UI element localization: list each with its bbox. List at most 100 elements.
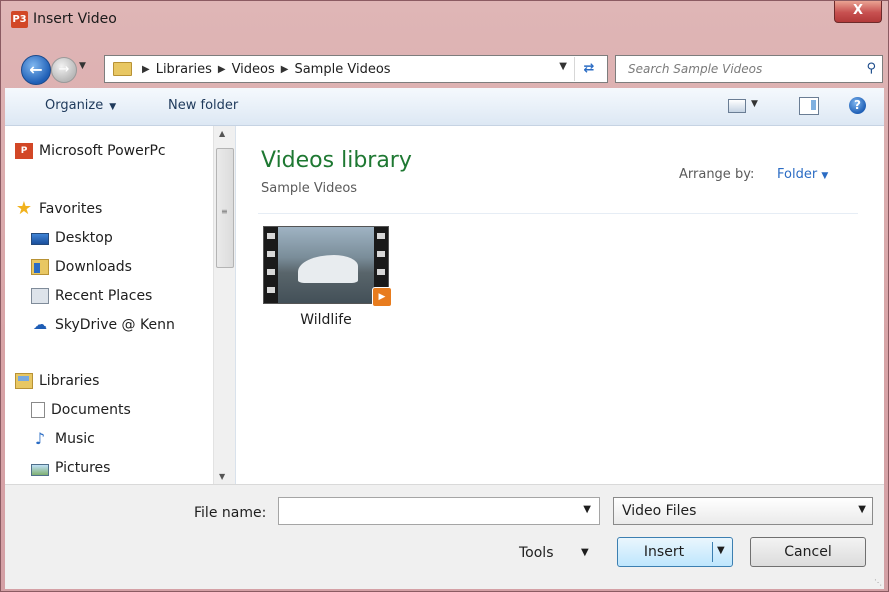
breadcrumb-sample-videos[interactable]: Sample Videos	[294, 62, 390, 77]
file-name-label: Wildlife	[300, 312, 352, 328]
breadcrumb-separator-icon[interactable]: ▶	[218, 64, 226, 75]
chevron-down-icon: ▼	[79, 61, 86, 71]
nav-item-desktop[interactable]: Desktop	[31, 227, 113, 249]
window-title: Insert Video	[33, 11, 117, 27]
chevron-down-icon[interactable]: ▼	[581, 547, 589, 558]
help-icon[interactable]: ?	[849, 97, 866, 114]
nav-item-label: Microsoft PowerPc	[39, 143, 166, 159]
nav-item-label: Libraries	[39, 373, 100, 389]
nav-item-label: SkyDrive @ Kenn	[55, 317, 175, 333]
nav-pane-scrollbar[interactable]: ▲ ≡ ▼	[213, 126, 235, 484]
title-bar: P3 Insert Video X	[1, 1, 888, 53]
nav-item-label: Desktop	[55, 230, 113, 246]
file-type-select[interactable]: Video Files ▼	[613, 497, 873, 525]
search-icon[interactable]: ⚲	[866, 61, 876, 76]
file-type-value: Video Files	[622, 503, 697, 519]
breadcrumb-separator-icon[interactable]: ▶	[281, 64, 289, 75]
chevron-down-icon: ▼	[858, 504, 866, 515]
arrange-by-dropdown[interactable]: Folder ▼	[777, 167, 828, 182]
file-list-area: Videos library Sample Videos Arrange by:…	[236, 126, 884, 484]
close-button[interactable]: X	[834, 1, 882, 23]
address-bar[interactable]: ▶ Libraries ▶ Videos ▶ Sample Videos ▼ ⇄	[104, 55, 608, 83]
insert-video-dialog: P3 Insert Video X ← → ▼ ▶ Libraries ▶ Vi…	[0, 0, 889, 592]
recent-pages-dropdown[interactable]: ▼	[79, 61, 86, 71]
scroll-up-icon[interactable]: ▲	[219, 129, 225, 138]
resize-grip-icon[interactable]: ⋱	[874, 578, 882, 587]
dialog-footer: File name: ▼ Video Files ▼ Tools ▼ Inser…	[5, 484, 884, 589]
library-title: Videos library	[261, 148, 412, 173]
file-name-input[interactable]: ▼	[278, 497, 600, 525]
chevron-down-icon: ▼	[821, 171, 829, 181]
search-input[interactable]	[626, 61, 850, 77]
search-box[interactable]: ⚲	[615, 55, 883, 83]
insert-button[interactable]: Insert ▼	[617, 537, 733, 567]
nav-item-label: Pictures	[55, 460, 111, 476]
back-button[interactable]: ←	[21, 55, 51, 85]
breadcrumb-libraries[interactable]: Libraries	[156, 62, 212, 77]
split-divider	[712, 542, 713, 562]
file-name-label: File name:	[194, 505, 267, 521]
nav-item-music[interactable]: ♪ Music	[31, 428, 95, 450]
recent-places-icon	[31, 288, 49, 304]
divider	[258, 213, 858, 214]
view-options-dropdown[interactable]: ▼	[751, 99, 758, 109]
nav-item-skydrive[interactable]: ☁ SkyDrive @ Kenn	[31, 314, 175, 336]
nav-item-documents[interactable]: Documents	[31, 399, 131, 421]
desktop-icon	[31, 233, 49, 245]
organize-label: Organize	[45, 98, 104, 113]
cancel-label: Cancel	[784, 544, 832, 560]
breadcrumb-videos[interactable]: Videos	[232, 62, 275, 77]
tools-menu[interactable]: Tools	[519, 545, 554, 561]
powerpoint-icon: P	[15, 143, 33, 159]
downloads-icon	[31, 259, 49, 275]
file-item-wildlife[interactable]: ▶ Wildlife	[261, 226, 392, 336]
nav-item-label: Recent Places	[55, 288, 153, 304]
address-history-dropdown[interactable]: ▼	[559, 61, 567, 72]
chevron-down-icon: ▼	[109, 102, 117, 112]
nav-item-favorites[interactable]: ★ Favorites	[15, 198, 102, 220]
organize-menu[interactable]: Organize ▼	[45, 98, 116, 113]
cancel-button[interactable]: Cancel	[750, 537, 866, 567]
nav-item-pictures[interactable]: Pictures	[31, 457, 110, 479]
video-thumbnail: ▶	[263, 226, 392, 307]
nav-item-downloads[interactable]: Downloads	[31, 256, 132, 278]
nav-item-libraries[interactable]: Libraries	[15, 370, 99, 392]
nav-item-label: Downloads	[55, 259, 132, 275]
command-toolbar: Organize ▼ New folder ▼ ?	[5, 88, 884, 126]
documents-icon	[31, 402, 45, 418]
pictures-icon	[31, 463, 49, 476]
forward-button[interactable]: →	[51, 57, 77, 83]
film-strip-left	[264, 227, 278, 303]
folder-icon	[113, 62, 132, 76]
back-arrow-icon: ←	[29, 60, 43, 79]
scrollbar-thumb[interactable]: ≡	[216, 148, 234, 268]
change-view-icon[interactable]	[728, 99, 746, 113]
play-icon: ▶	[372, 287, 392, 307]
insert-label: Insert	[643, 544, 685, 560]
preview-pane-icon[interactable]	[799, 97, 819, 115]
forward-arrow-icon: →	[58, 62, 70, 77]
dialog-content: Organize ▼ New folder ▼ ? P Microsoft Powe…	[5, 88, 884, 589]
chevron-down-icon[interactable]: ▼	[717, 545, 725, 556]
libraries-icon	[15, 373, 33, 389]
arrange-by-label: Arrange by:	[679, 167, 755, 182]
new-folder-button[interactable]: New folder	[168, 98, 238, 113]
nav-item-recent-places[interactable]: Recent Places	[31, 285, 152, 307]
arrange-by-value: Folder	[777, 167, 818, 182]
navigation-pane: P Microsoft PowerPc ★ Favorites Desktop Do…	[5, 126, 236, 484]
skydrive-icon: ☁	[33, 317, 47, 333]
breadcrumb-separator-icon[interactable]: ▶	[142, 64, 150, 75]
powerpoint-app-icon: P3	[11, 11, 28, 28]
music-icon: ♪	[34, 429, 46, 448]
chevron-down-icon[interactable]: ▼	[583, 504, 591, 515]
thumbnail-image	[278, 227, 374, 303]
star-icon: ★	[15, 198, 33, 219]
nav-item-powerpoint[interactable]: P Microsoft PowerPc	[15, 140, 166, 162]
nav-item-label: Documents	[51, 402, 131, 418]
grip-icon: ≡	[221, 207, 228, 216]
refresh-icon[interactable]: ⇄	[574, 57, 603, 81]
library-subtitle: Sample Videos	[261, 181, 358, 196]
scroll-down-icon[interactable]: ▼	[219, 472, 225, 481]
nav-item-label: Favorites	[39, 201, 103, 217]
nav-item-label: Music	[55, 431, 95, 447]
